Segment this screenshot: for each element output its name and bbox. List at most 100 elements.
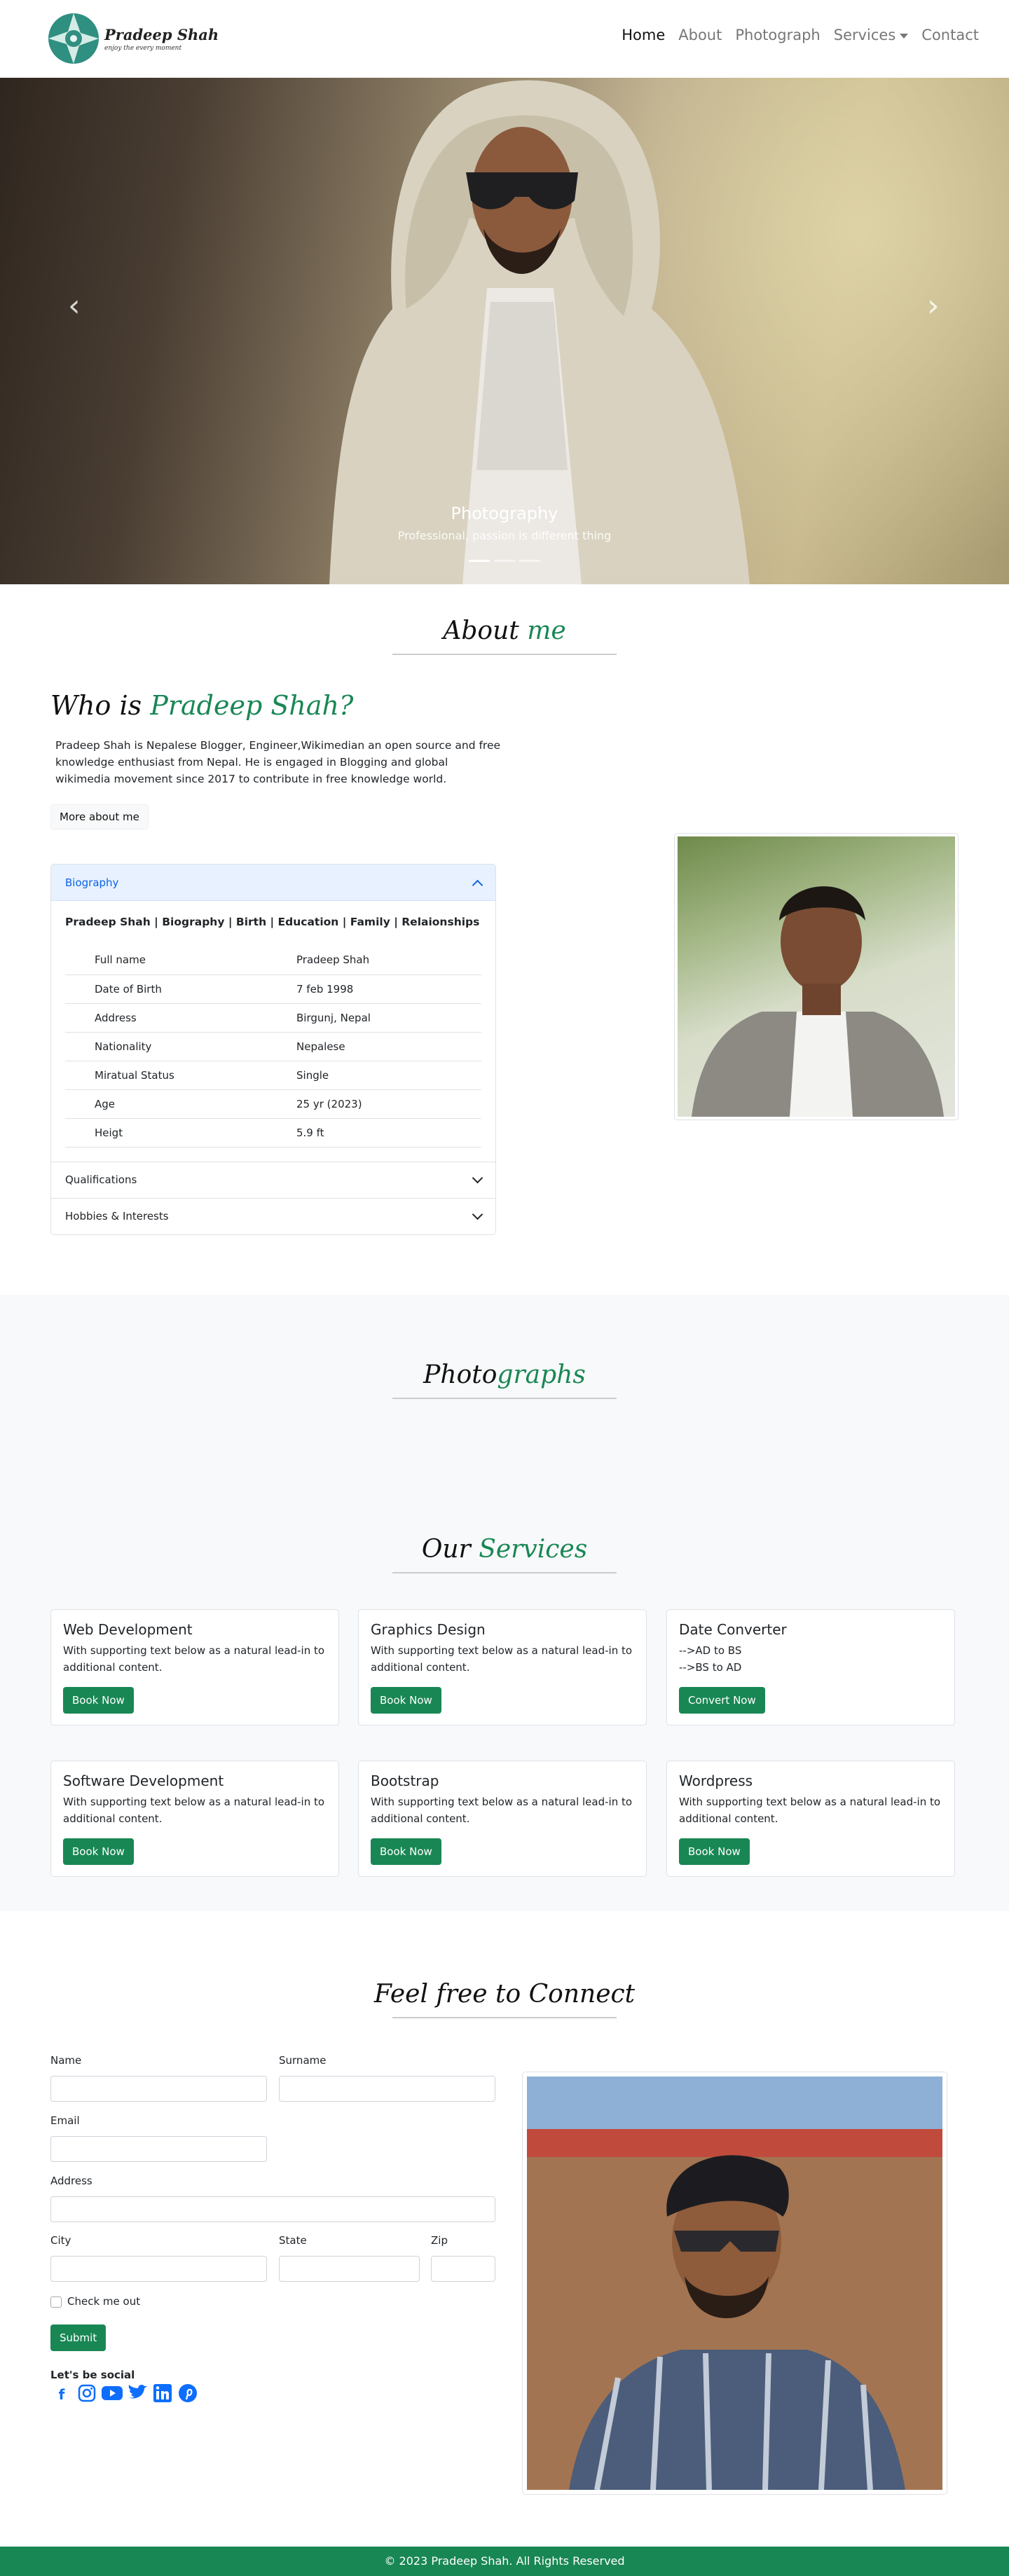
accordion-biography-body: Pradeep Shah | Biography | Birth | Educa…	[51, 901, 495, 1162]
bio-value: 5.9 ft	[296, 1118, 481, 1148]
service-card-software-development: Software Development With supporting tex…	[50, 1761, 339, 1877]
service-text: With supporting text below as a natural …	[63, 1644, 325, 1674]
service-card-graphics-design: Graphics Design With supporting text bel…	[358, 1609, 647, 1726]
table-row: Miratual Status Single	[65, 1061, 481, 1090]
city-label: City	[50, 2234, 71, 2247]
accordion-hobbies-label: Hobbies & Interests	[65, 1210, 169, 1222]
service-title: Software Development	[63, 1772, 224, 1789]
brand[interactable]: Pradeep Shah enjoy the every moment	[47, 12, 219, 65]
book-now-button[interactable]: Book Now	[371, 1838, 441, 1865]
service-title: Graphics Design	[371, 1621, 486, 1638]
carousel-indicator-1[interactable]	[469, 560, 490, 562]
service-card-web-development: Web Development With supporting text bel…	[50, 1609, 339, 1726]
bio-value: Birgunj, Nepal	[296, 1003, 481, 1033]
contact-photo	[522, 2072, 947, 2495]
service-text: With supporting text below as a natural …	[371, 1644, 633, 1674]
more-about-button[interactable]: More about me	[50, 804, 149, 829]
service-title: Web Development	[63, 1621, 193, 1638]
photographs-heading-a: Photo	[423, 1361, 497, 1389]
book-now-button[interactable]: Book Now	[679, 1838, 750, 1865]
accordion-hobbies-header[interactable]: Hobbies & Interests	[51, 1197, 495, 1234]
hero-carousel: ‹ › Photography Professional, passion is…	[0, 78, 1009, 584]
services-heading-a: Our	[421, 1535, 471, 1564]
camera-aperture-logo	[48, 13, 99, 64]
chevron-up-icon	[472, 879, 483, 890]
bio-value: Pradeep Shah	[296, 946, 481, 975]
book-now-button[interactable]: Book Now	[63, 1687, 134, 1714]
pinterest-icon[interactable]	[177, 2383, 199, 2406]
service-text: With supporting text below as a natural …	[63, 1796, 325, 1825]
bio-key: Miratual Status	[65, 1061, 296, 1090]
accordion-qualifications-label: Qualifications	[65, 1173, 137, 1186]
who-heading: Who is Pradeep Shah?	[50, 690, 353, 721]
submit-button[interactable]: Submit	[50, 2324, 107, 2351]
footer: © 2023 Pradeep Shah. All Rights Reserved	[0, 2547, 1009, 2576]
nav-services[interactable]: Services	[834, 27, 909, 43]
state-select[interactable]	[279, 2256, 420, 2282]
city-input[interactable]	[50, 2256, 267, 2282]
service-card-bootstrap: Bootstrap With supporting text below as …	[358, 1761, 647, 1877]
facebook-icon[interactable]: f	[50, 2383, 73, 2406]
bio-key: Nationality	[65, 1032, 296, 1061]
bio-table: Full name Pradeep Shah Date of Birth 7 feb…	[65, 946, 481, 1148]
service-title: Bootstrap	[371, 1772, 439, 1789]
table-row: Date of Birth 7 feb 1998	[65, 974, 481, 1004]
photographs-heading: Photographs	[0, 1361, 1009, 1399]
nav-photograph[interactable]: Photograph	[735, 27, 820, 43]
nav-about[interactable]: About	[678, 27, 722, 43]
carousel-indicator-2[interactable]	[494, 560, 515, 562]
bio-value: Nepalese	[296, 1032, 481, 1061]
heading-rule	[392, 2017, 617, 2018]
convert-now-button[interactable]: Convert Now	[679, 1687, 765, 1714]
nav-contact[interactable]: Contact	[921, 27, 979, 43]
heading-rule	[392, 1398, 617, 1399]
youtube-icon[interactable]	[101, 2383, 123, 2406]
about-heading-a: About	[443, 617, 519, 645]
who-heading-a: Who is	[50, 690, 142, 721]
contact-heading-text: Feel free to Connect	[373, 1980, 636, 2009]
email-input[interactable]	[50, 2136, 267, 2162]
bio-value: Single	[296, 1061, 481, 1090]
bio-value: 25 yr (2023)	[296, 1089, 481, 1119]
service-text: With supporting text below as a natural …	[679, 1796, 941, 1825]
navbar: Pradeep Shah enjoy the every moment Home…	[0, 0, 1009, 78]
book-now-button[interactable]: Book Now	[63, 1838, 134, 1865]
carousel-indicator-3[interactable]	[519, 560, 540, 562]
surname-input[interactable]	[279, 2076, 495, 2102]
twitter-icon[interactable]	[126, 2383, 149, 2406]
table-row: Heigt 5.9 ft	[65, 1118, 481, 1148]
check-me-out-checkbox[interactable]	[50, 2296, 62, 2308]
biography-accordion: Biography Pradeep Shah | Biography | Bir…	[50, 864, 496, 1235]
bio-key: Heigt	[65, 1118, 296, 1148]
carousel-indicators	[0, 560, 1009, 562]
bio-value: 7 feb 1998	[296, 974, 481, 1004]
service-line-1: -->AD to BS	[679, 1644, 742, 1657]
bio-key: Date of Birth	[65, 974, 296, 1004]
about-heading-b: me	[527, 617, 566, 645]
hero-title: Photography	[451, 504, 558, 523]
carousel-prev-icon[interactable]: ‹	[68, 288, 81, 324]
nav-services-label: Services	[833, 27, 896, 43]
name-input[interactable]	[50, 2076, 267, 2102]
service-title: Date Converter	[679, 1621, 787, 1638]
email-label: Email	[50, 2114, 80, 2127]
bio-title: Pradeep Shah | Biography | Birth | Educa…	[65, 916, 480, 928]
table-row: Nationality Nepalese	[65, 1032, 481, 1061]
nav-home[interactable]: Home	[622, 27, 665, 43]
carousel-next-icon[interactable]: ›	[927, 288, 940, 324]
about-intro: Pradeep Shah is Nepalese Blogger, Engine…	[55, 739, 501, 785]
zip-input[interactable]	[431, 2256, 495, 2282]
address-input[interactable]	[50, 2196, 495, 2222]
accordion-biography-header[interactable]: Biography	[51, 865, 495, 901]
hero-subtitle: Professional, passion is different thing	[397, 529, 612, 542]
bio-key: Address	[65, 1003, 296, 1033]
table-row: Age 25 yr (2023)	[65, 1089, 481, 1119]
book-now-button[interactable]: Book Now	[371, 1687, 441, 1714]
instagram-icon[interactable]	[76, 2383, 98, 2406]
linkedin-icon[interactable]	[151, 2383, 174, 2406]
social-links: f	[50, 2383, 199, 2406]
bio-key: Full name	[65, 946, 296, 975]
state-label: State	[279, 2234, 307, 2247]
bio-key: Age	[65, 1089, 296, 1119]
accordion-qualifications-header[interactable]: Qualifications	[51, 1161, 495, 1198]
